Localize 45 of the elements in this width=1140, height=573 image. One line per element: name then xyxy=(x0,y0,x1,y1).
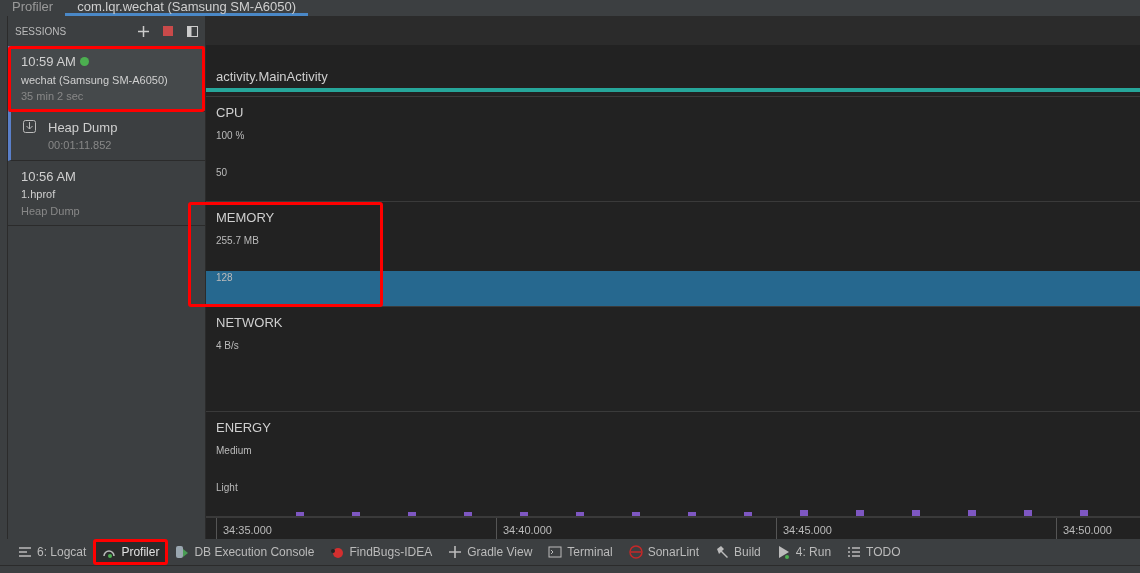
session-name: 1.hprof xyxy=(21,187,57,202)
tool-window-button[interactable]: Terminal xyxy=(542,542,619,562)
download-icon xyxy=(23,119,36,133)
tab[interactable]: Profiler xyxy=(0,0,66,16)
activity-label: activity.MainActivity xyxy=(215,67,329,86)
axis-label: Medium xyxy=(216,443,253,458)
database-icon xyxy=(175,545,190,559)
tool-window-button[interactable]: FindBugs-IDEA xyxy=(324,542,439,562)
session-time: 10:56 AM xyxy=(21,167,76,186)
session-detail: Heap Dump xyxy=(21,203,81,219)
tool-window-button[interactable]: Profiler xyxy=(96,542,166,562)
terminal-icon xyxy=(548,545,563,559)
tool-window-button[interactable]: 4: Run xyxy=(770,542,838,562)
artifact-title: Heap Dump xyxy=(48,118,118,137)
axis-label: 100 % xyxy=(216,128,246,143)
session-name: wechat (Samsung SM-A6050) xyxy=(21,72,169,88)
session-time: 10:59 AM xyxy=(21,53,76,71)
session-detail: 35 min 2 sec xyxy=(21,89,85,104)
session-item[interactable]: 10:56 AM 1.hprof Heap Dump xyxy=(8,160,205,226)
tool-window-button[interactable]: Build xyxy=(709,542,767,562)
axis-label: 128 xyxy=(216,270,234,285)
tool-window-button[interactable]: 6: Logcat xyxy=(12,542,93,562)
axis-label: 50 xyxy=(216,165,229,180)
artifact-time: 00:01:11.852 xyxy=(48,138,113,153)
no-entry-icon xyxy=(628,545,643,559)
tool-window-button[interactable]: DB Execution Console xyxy=(169,542,321,562)
panel-toggle-icon[interactable] xyxy=(187,25,198,37)
plus-icon xyxy=(448,545,463,559)
axis-label: 255.7 MB xyxy=(216,233,260,248)
bug-icon xyxy=(330,545,345,559)
monitor-title[interactable]: MEMORY xyxy=(216,208,383,228)
lines-icon xyxy=(18,545,32,559)
monitor-title[interactable]: ENERGY xyxy=(216,418,383,438)
tool-window-button[interactable]: TODO xyxy=(841,542,907,562)
axis-label: 4 B/s xyxy=(216,338,240,353)
axis-label: Light xyxy=(216,480,239,495)
monitor-title[interactable]: CPU xyxy=(216,103,383,123)
play-icon xyxy=(776,545,791,559)
tool-window-button[interactable]: Gradle View xyxy=(442,542,539,562)
plus-icon[interactable] xyxy=(138,25,149,37)
monitor-title[interactable]: NETWORK xyxy=(216,313,383,333)
panel-title: SESSIONS xyxy=(15,24,68,39)
hammer-icon xyxy=(715,545,730,559)
tool-window-button[interactable]: SonarLint xyxy=(622,542,706,562)
list-icon xyxy=(847,545,862,559)
